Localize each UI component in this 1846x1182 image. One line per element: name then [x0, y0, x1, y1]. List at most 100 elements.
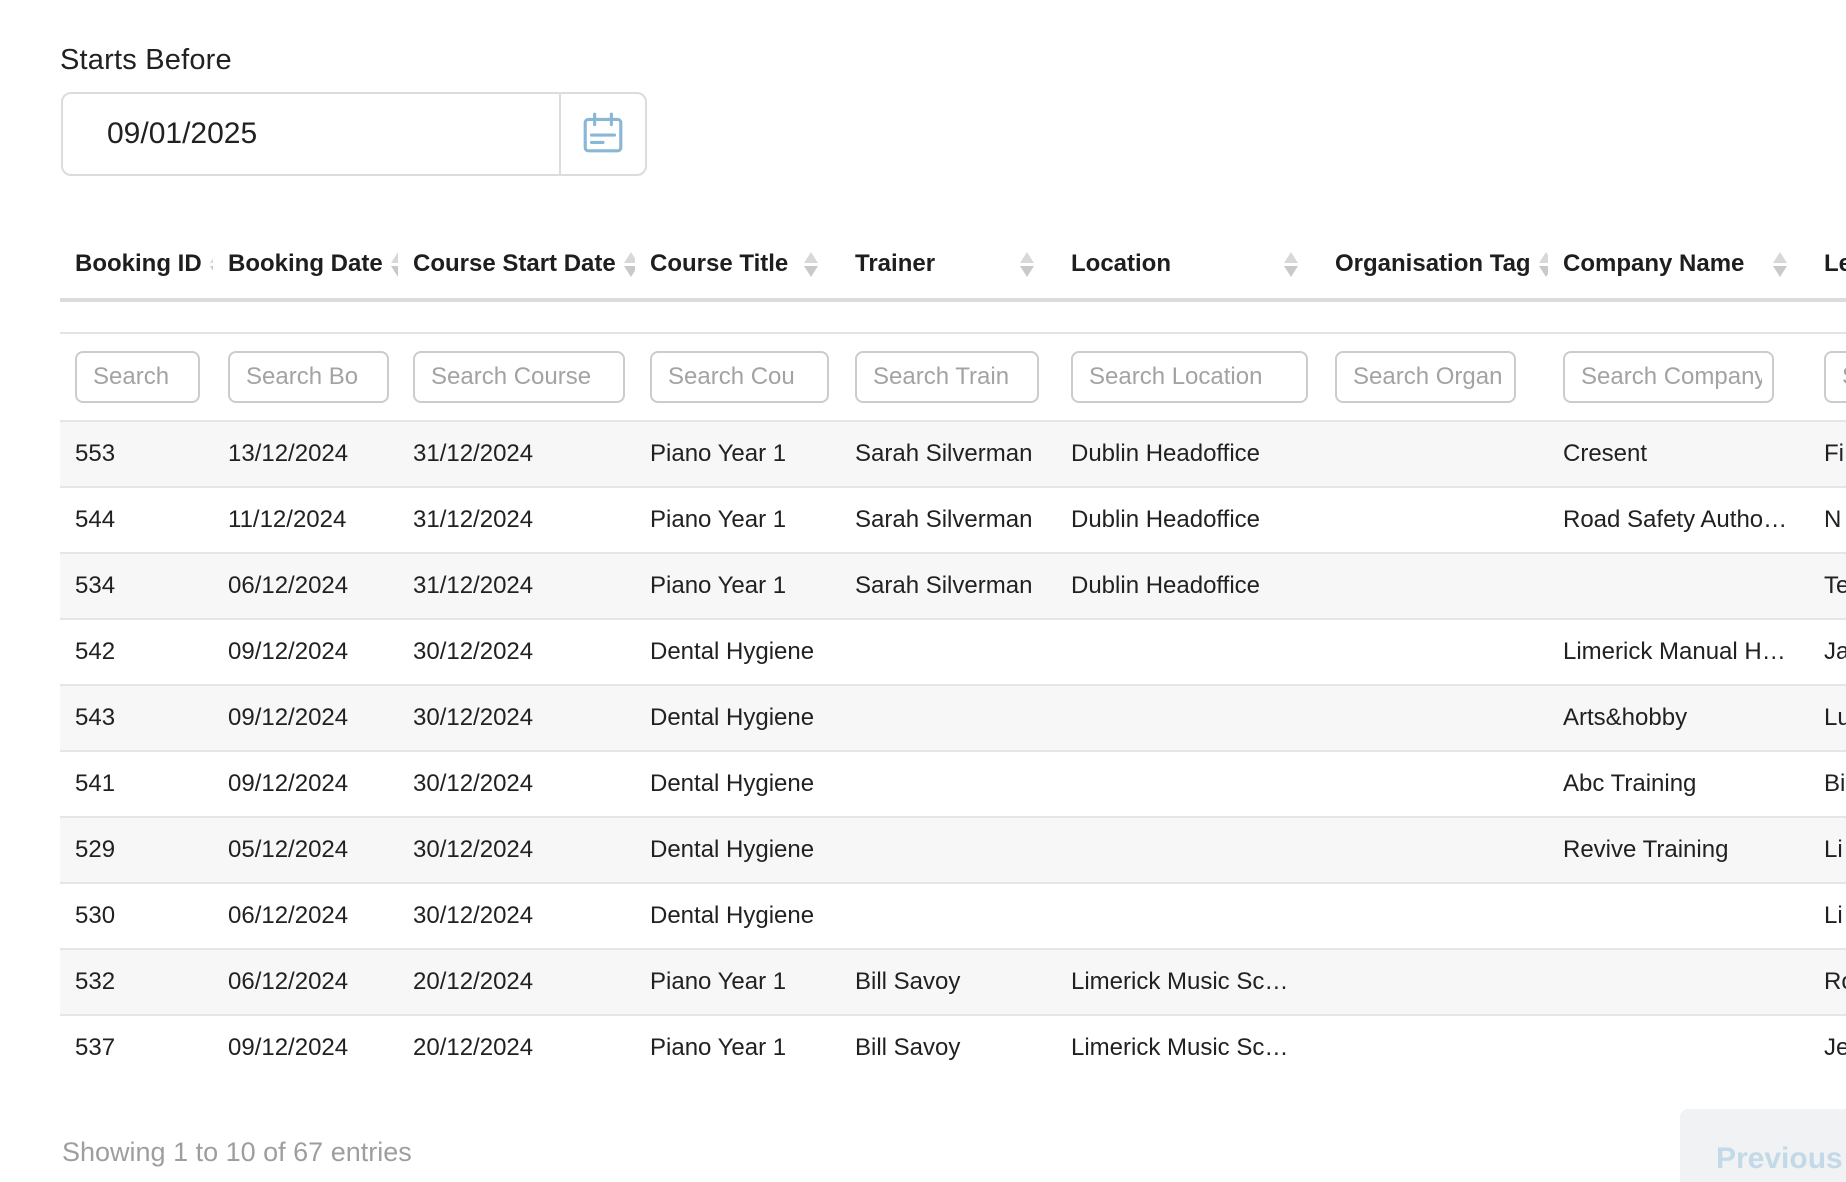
cell-company-name: Cresent	[1548, 440, 1809, 468]
cell-course-start-date: 30/12/2024	[398, 836, 635, 864]
cell-course-start-date: 20/12/2024	[398, 1034, 635, 1062]
cell-booking-id: 532	[60, 968, 213, 996]
column-header-learner[interactable]: Le	[1809, 250, 1846, 278]
sort-icon	[1539, 252, 1548, 277]
sort-icon	[391, 252, 398, 277]
sort-icon	[804, 252, 818, 277]
column-header-booking-date[interactable]: Booking Date	[213, 250, 398, 278]
cell-booking-date: 06/12/2024	[213, 572, 398, 600]
cell-location: Limerick Music Sc…	[1056, 968, 1320, 996]
column-header-company-name[interactable]: Company Name	[1548, 250, 1809, 278]
cell-booking-id: 544	[60, 506, 213, 534]
calendar-icon	[580, 110, 626, 159]
cell-booking-id: 541	[60, 770, 213, 798]
column-header-location[interactable]: Location	[1056, 250, 1320, 278]
bookings-table: Booking ID Booking Date Course Start Dat…	[60, 230, 1846, 1080]
table-row: 532 06/12/2024 20/12/2024 Piano Year 1 B…	[60, 948, 1846, 1014]
cell-trainer: Sarah Silverman	[840, 440, 1056, 468]
cell-learner: Bi	[1809, 770, 1846, 798]
search-input-organisation-tag[interactable]	[1335, 351, 1516, 403]
table-body: 553 13/12/2024 31/12/2024 Piano Year 1 S…	[60, 420, 1846, 1080]
column-header-course-title[interactable]: Course Title	[635, 250, 840, 278]
cell-course-title: Piano Year 1	[635, 968, 840, 996]
cell-learner: Li	[1809, 836, 1846, 864]
date-input[interactable]	[63, 94, 559, 174]
table-row: 542 09/12/2024 30/12/2024 Dental Hygiene…	[60, 618, 1846, 684]
search-input-course-start-date[interactable]	[413, 351, 625, 403]
cell-course-title: Dental Hygiene	[635, 704, 840, 732]
cell-booking-id: 543	[60, 704, 213, 732]
cell-booking-date: 11/12/2024	[213, 506, 398, 534]
cell-booking-date: 06/12/2024	[213, 902, 398, 930]
table-row: 543 09/12/2024 30/12/2024 Dental Hygiene…	[60, 684, 1846, 750]
table-row: 530 06/12/2024 30/12/2024 Dental Hygiene…	[60, 882, 1846, 948]
table-row: 541 09/12/2024 30/12/2024 Dental Hygiene…	[60, 750, 1846, 816]
cell-course-start-date: 30/12/2024	[398, 902, 635, 930]
cell-course-title: Piano Year 1	[635, 506, 840, 534]
cell-course-title: Dental Hygiene	[635, 638, 840, 666]
search-input-location[interactable]	[1071, 351, 1308, 403]
column-header-organisation-tag[interactable]: Organisation Tag	[1320, 250, 1548, 278]
cell-booking-date: 09/12/2024	[213, 770, 398, 798]
cell-learner: Lu	[1809, 704, 1846, 732]
cell-booking-id: 534	[60, 572, 213, 600]
cell-course-title: Piano Year 1	[635, 1034, 840, 1062]
bookings-page: Starts Before Booking ID	[0, 0, 1846, 1182]
cell-course-start-date: 30/12/2024	[398, 638, 635, 666]
cell-location: Dublin Headoffice	[1056, 440, 1320, 468]
search-row	[60, 334, 1846, 420]
cell-course-title: Dental Hygiene	[635, 902, 840, 930]
calendar-button[interactable]	[561, 94, 645, 174]
search-input-learner[interactable]	[1824, 351, 1846, 403]
header-spacer	[60, 302, 1846, 332]
sort-icon	[1020, 252, 1034, 277]
previous-button[interactable]: Previous	[1680, 1109, 1846, 1182]
search-input-course-title[interactable]	[650, 351, 829, 403]
table-row: 529 05/12/2024 30/12/2024 Dental Hygiene…	[60, 816, 1846, 882]
cell-course-start-date: 31/12/2024	[398, 506, 635, 534]
cell-booking-date: 05/12/2024	[213, 836, 398, 864]
date-picker-field	[61, 92, 647, 176]
cell-course-start-date: 30/12/2024	[398, 704, 635, 732]
search-input-trainer[interactable]	[855, 351, 1039, 403]
cell-trainer: Bill Savoy	[840, 968, 1056, 996]
cell-company-name: Abc Training	[1548, 770, 1809, 798]
column-header-course-start-date[interactable]: Course Start Date	[398, 250, 635, 278]
search-input-booking-id[interactable]	[75, 351, 200, 403]
cell-booking-date: 06/12/2024	[213, 968, 398, 996]
cell-course-start-date: 20/12/2024	[398, 968, 635, 996]
starts-before-label: Starts Before	[60, 44, 232, 77]
cell-booking-date: 09/12/2024	[213, 1034, 398, 1062]
cell-course-start-date: 31/12/2024	[398, 440, 635, 468]
cell-learner: Je	[1809, 1034, 1846, 1062]
cell-learner: Li	[1809, 902, 1846, 930]
cell-booking-date: 13/12/2024	[213, 440, 398, 468]
search-input-booking-date[interactable]	[228, 351, 389, 403]
cell-booking-id: 542	[60, 638, 213, 666]
cell-learner: Fi	[1809, 440, 1846, 468]
cell-course-title: Piano Year 1	[635, 440, 840, 468]
column-header-trainer[interactable]: Trainer	[840, 250, 1056, 278]
cell-company-name: Revive Training	[1548, 836, 1809, 864]
table-row: 537 09/12/2024 20/12/2024 Piano Year 1 B…	[60, 1014, 1846, 1080]
table-row: 553 13/12/2024 31/12/2024 Piano Year 1 S…	[60, 420, 1846, 486]
table-row: 544 11/12/2024 31/12/2024 Piano Year 1 S…	[60, 486, 1846, 552]
cell-location: Dublin Headoffice	[1056, 572, 1320, 600]
cell-location: Dublin Headoffice	[1056, 506, 1320, 534]
cell-booking-id: 537	[60, 1034, 213, 1062]
cell-learner: Ro	[1809, 968, 1846, 996]
search-input-company-name[interactable]	[1563, 351, 1774, 403]
cell-course-title: Piano Year 1	[635, 572, 840, 600]
sort-icon	[1284, 252, 1298, 277]
cell-booking-id: 529	[60, 836, 213, 864]
cell-company-name: Road Safety Autho…	[1548, 506, 1809, 534]
table-header-row: Booking ID Booking Date Course Start Dat…	[60, 230, 1846, 298]
filter-section: Starts Before	[60, 44, 232, 77]
cell-location: Limerick Music Sc…	[1056, 1034, 1320, 1062]
cell-course-start-date: 30/12/2024	[398, 770, 635, 798]
table-row: 534 06/12/2024 31/12/2024 Piano Year 1 S…	[60, 552, 1846, 618]
cell-learner: Ja	[1809, 638, 1846, 666]
cell-trainer: Sarah Silverman	[840, 572, 1056, 600]
column-header-booking-id[interactable]: Booking ID	[60, 250, 213, 278]
cell-learner: Te	[1809, 572, 1846, 600]
